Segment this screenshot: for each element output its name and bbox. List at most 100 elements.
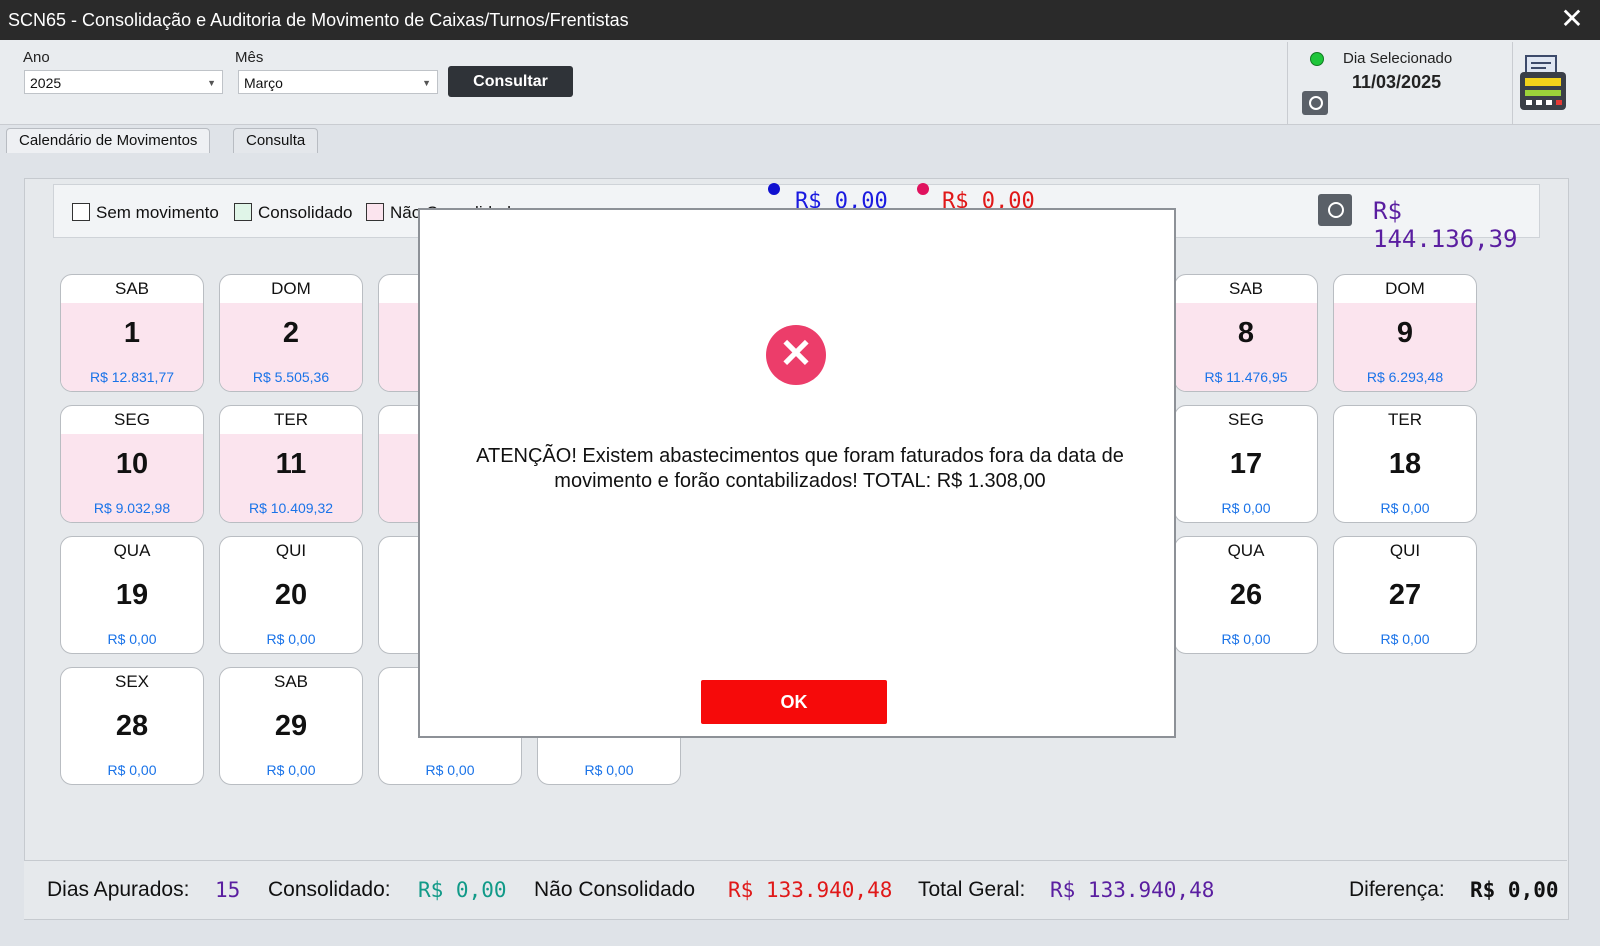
day-number: 19 [115, 579, 149, 611]
day-of-week: QUI [1389, 541, 1421, 560]
day-value: R$ 0,00 [425, 762, 475, 778]
day-value: R$ 12.831,77 [89, 369, 175, 385]
day-of-week: TER [274, 410, 308, 429]
day-card[interactable]: SEG 17 R$ 0,00 [1174, 405, 1318, 523]
day-of-week: SEG [114, 410, 150, 429]
day-of-week: DOM [1385, 279, 1425, 298]
chevron-down-icon: ▼ [422, 78, 431, 88]
day-number: 10 [115, 448, 149, 480]
year-value: 2025 [30, 75, 62, 91]
day-number: 1 [123, 317, 141, 349]
day-of-week: SEX [114, 672, 150, 691]
ok-button[interactable]: OK [701, 680, 887, 724]
tab-calendario[interactable]: Calendário de Movimentos [6, 128, 211, 153]
swatch-white [72, 203, 90, 221]
chevron-down-icon: ▼ [207, 78, 216, 88]
year-label: Ano [23, 49, 50, 66]
day-number: 8 [1237, 317, 1255, 349]
day-value: R$ 0,00 [1380, 500, 1430, 516]
day-value: R$ 0,00 [107, 762, 157, 778]
blue-dot-icon [768, 183, 780, 195]
day-value: R$ 10.409,32 [248, 500, 334, 516]
swatch-pink [366, 203, 384, 221]
dias-value: 15 [215, 878, 241, 902]
day-number: 27 [1388, 579, 1422, 611]
day-card[interactable]: QUA 19 R$ 0,00 [60, 536, 204, 654]
day-of-week: QUI [275, 541, 307, 560]
day-number: 9 [1396, 317, 1414, 349]
day-of-week: SEG [1228, 410, 1264, 429]
day-number: 11 [275, 448, 307, 480]
day-card[interactable]: TER 11 R$ 10.409,32 [219, 405, 363, 523]
selected-day-panel: Dia Selecionado 11/03/2025 [1287, 42, 1513, 124]
close-icon[interactable]: ✕ [1544, 0, 1600, 40]
consult-button[interactable]: Consultar [448, 66, 573, 97]
day-value: R$ 9.032,98 [93, 500, 171, 516]
selected-day-date: 11/03/2025 [1352, 72, 1442, 92]
dias-label: Dias Apurados: [47, 878, 190, 901]
total-value: R$ 133.940,48 [1050, 878, 1215, 902]
diferenca-value: R$ 0,00 [1470, 878, 1559, 902]
day-of-week: QUA [113, 541, 151, 560]
legend-sem-movimento: Sem movimento [72, 203, 219, 223]
tab-consulta[interactable]: Consulta [233, 128, 319, 153]
nao-consolidado-value: R$ 133.940,48 [728, 878, 893, 902]
error-dialog: ✕ ATENÇÃO! Existem abastecimentos que fo… [418, 208, 1176, 738]
legend-consolidado: Consolidado [234, 203, 353, 223]
day-value: R$ 0,00 [107, 631, 157, 647]
day-number: 17 [1229, 448, 1263, 480]
day-card[interactable]: SEG 10 R$ 9.032,98 [60, 405, 204, 523]
day-card[interactable]: QUI 27 R$ 0,00 [1333, 536, 1477, 654]
day-value: R$ 0,00 [1380, 631, 1430, 647]
safe-icon[interactable] [1318, 194, 1352, 226]
safe-icon[interactable] [1302, 91, 1328, 115]
window-title: SCN65 - Consolidação e Auditoria de Movi… [8, 10, 629, 30]
day-number: 26 [1229, 579, 1263, 611]
cash-register-icon[interactable] [1516, 54, 1570, 112]
day-number: 28 [115, 710, 149, 742]
day-of-week: SAB [273, 672, 309, 691]
day-value: R$ 0,00 [1221, 631, 1271, 647]
diferenca-label: Diferença: [1349, 878, 1445, 901]
day-number: 2 [282, 317, 300, 349]
legend-total: R$ 144.136,39 [1373, 197, 1518, 253]
pink-dot-icon [917, 183, 929, 195]
day-value: R$ 5.505,36 [252, 369, 330, 385]
day-card[interactable]: SAB 29 R$ 0,00 [219, 667, 363, 785]
day-value: R$ 0,00 [584, 762, 634, 778]
day-value: R$ 0,00 [266, 631, 316, 647]
day-card[interactable]: QUI 20 R$ 0,00 [219, 536, 363, 654]
day-of-week: DOM [271, 279, 311, 298]
day-card[interactable]: SAB 1 R$ 12.831,77 [60, 274, 204, 392]
day-card[interactable]: TER 18 R$ 0,00 [1333, 405, 1477, 523]
day-of-week: QUA [1227, 541, 1265, 560]
day-of-week: SAB [114, 279, 150, 298]
year-select[interactable]: 2025 ▼ [24, 70, 223, 94]
day-card[interactable]: DOM 2 R$ 5.505,36 [219, 274, 363, 392]
total-label: Total Geral: [918, 878, 1026, 901]
status-dot-icon [1310, 52, 1324, 66]
selected-day-label: Dia Selecionado [1343, 50, 1453, 67]
month-select[interactable]: Março ▼ [238, 70, 438, 94]
swatch-green [234, 203, 252, 221]
day-number: 18 [1388, 448, 1422, 480]
day-value: R$ 0,00 [266, 762, 316, 778]
day-number: 29 [274, 710, 308, 742]
dialog-message: ATENÇÃO! Existem abastecimentos que fora… [476, 445, 1124, 492]
error-x-icon: ✕ [766, 325, 826, 385]
day-card[interactable]: QUA 26 R$ 0,00 [1174, 536, 1318, 654]
day-value: R$ 11.476,95 [1204, 369, 1288, 385]
day-card[interactable]: SEX 28 R$ 0,00 [60, 667, 204, 785]
nao-consolidado-label: Não Consolidado [534, 878, 696, 901]
summary-footer: Dias Apurados: 15 Consolidado: R$ 0,00 N… [24, 860, 1567, 919]
consolidado-label: Consolidado: [268, 878, 391, 901]
day-of-week: SAB [1228, 279, 1264, 298]
day-card[interactable]: SAB 8 R$ 11.476,95 [1174, 274, 1318, 392]
day-value: R$ 0,00 [1221, 500, 1271, 516]
day-value: R$ 6.293,48 [1366, 369, 1444, 385]
day-number: 20 [274, 579, 308, 611]
consolidado-value: R$ 0,00 [418, 878, 507, 902]
title-bar: SCN65 - Consolidação e Auditoria de Movi… [0, 0, 1600, 40]
month-value: Março [244, 75, 283, 91]
day-card[interactable]: DOM 9 R$ 6.293,48 [1333, 274, 1477, 392]
